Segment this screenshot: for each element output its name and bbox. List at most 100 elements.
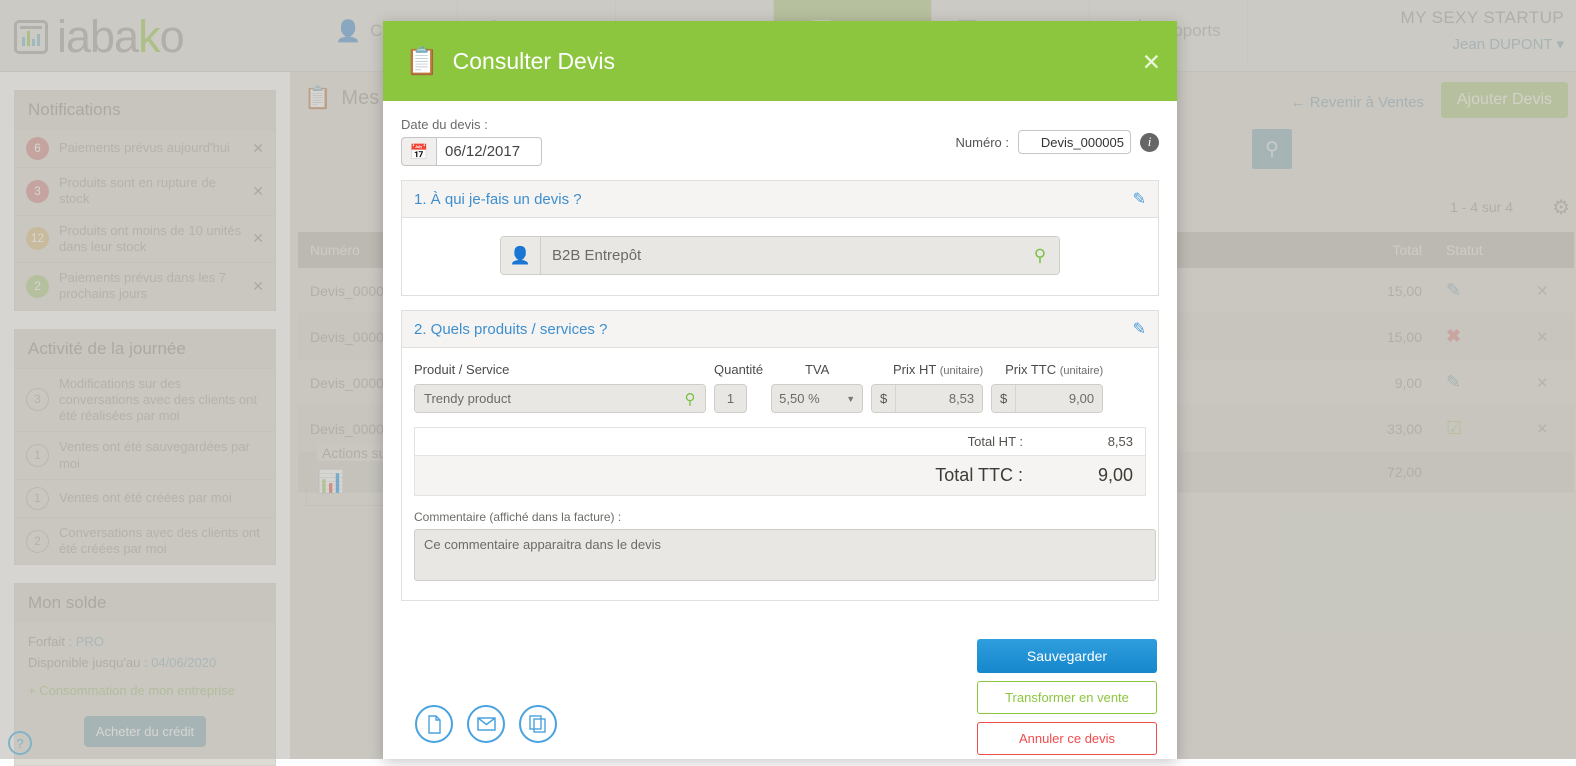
- status-edit-icon[interactable]: ✎: [1446, 372, 1461, 392]
- sidebar: Notifications 6 Paiements prévus aujourd…: [0, 72, 290, 759]
- user-menu[interactable]: Jean DUPONT ▾: [1401, 35, 1564, 53]
- modal-cta-column: Sauvegarder Transformer en vente Annuler…: [977, 639, 1157, 755]
- duplicate-button[interactable]: [519, 705, 557, 743]
- col-total[interactable]: Total: [1324, 232, 1434, 268]
- back-to-ventes-link[interactable]: ← Revenir à Ventes: [1291, 94, 1424, 111]
- date-input[interactable]: [436, 137, 542, 166]
- total-ttc-row: Total TTC : 9,00: [415, 456, 1145, 495]
- back-link-label: Revenir à Ventes: [1310, 94, 1424, 111]
- modal-header: 📋 Consulter Devis ✕: [383, 21, 1177, 101]
- close-icon[interactable]: ✕: [1536, 375, 1549, 392]
- calendar-icon[interactable]: 📅: [401, 137, 436, 166]
- available-label: Disponible jusqu'au :: [28, 655, 148, 670]
- help-icon[interactable]: ?: [8, 731, 32, 755]
- close-icon[interactable]: ✕: [252, 140, 264, 158]
- status-validated-icon[interactable]: ☑: [1446, 418, 1462, 438]
- price-ttc-sub: (unitaire): [1060, 365, 1103, 377]
- col-label-tva: TVA: [771, 362, 863, 377]
- price-ht-input[interactable]: [896, 385, 982, 412]
- section-client-header: 1. À qui je-fais un devis ? ✎: [402, 181, 1158, 218]
- consumption-link[interactable]: + Consommation de mon entreprise: [28, 683, 262, 698]
- list-item: 3 Modifications sur des conversations av…: [15, 368, 275, 432]
- section-products: 2. Quels produits / services ? ✎ Produit…: [401, 310, 1159, 601]
- currency-icon: $: [872, 385, 896, 412]
- list-item[interactable]: 6 Paiements prévus aujourd'hui ✕: [15, 129, 275, 167]
- balance-panel: Mon solde Forfait : PRO Disponible jusqu…: [14, 583, 276, 766]
- cell-delete: ✕: [1524, 360, 1574, 406]
- price-ttc-main: Prix TTC: [1005, 362, 1056, 377]
- logo-text-k: k: [138, 11, 160, 62]
- edit-pencil-icon[interactable]: ✎: [1133, 189, 1146, 209]
- section-client: 1. À qui je-fais un devis ? ✎ 👤 ⚲: [401, 180, 1159, 296]
- cell-total: 9,00: [1324, 360, 1434, 406]
- client-input[interactable]: [541, 237, 1021, 274]
- export-pdf-button[interactable]: [415, 705, 453, 743]
- footer-spacer3: [1524, 452, 1574, 493]
- close-icon[interactable]: ✕: [1142, 51, 1161, 74]
- product-search-icon[interactable]: ⚲: [675, 385, 705, 412]
- total-ht-row: Total HT : 8,53: [415, 428, 1145, 456]
- col-statut[interactable]: Statut: [1434, 232, 1524, 268]
- close-icon[interactable]: ✕: [252, 183, 264, 201]
- gear-icon[interactable]: ⚙: [1552, 195, 1570, 220]
- available-line: Disponible jusqu'au : 04/06/2020: [28, 655, 262, 670]
- modal-title: Consulter Devis: [453, 48, 615, 75]
- document-actions: [415, 705, 557, 743]
- close-icon[interactable]: ✕: [1536, 421, 1549, 438]
- person-icon: 👤: [501, 237, 541, 274]
- numero-input[interactable]: [1018, 130, 1131, 154]
- product-name-col: Produit / Service ⚲: [414, 362, 706, 413]
- add-devis-button[interactable]: Ajouter Devis: [1441, 82, 1568, 118]
- currency-icon: $: [992, 385, 1016, 412]
- comment-textarea[interactable]: Ce commentaire apparaitra dans le devis: [414, 529, 1156, 581]
- date-field: 📅: [401, 137, 542, 166]
- list-item[interactable]: 2 Paiements prévus dans les 7 prochains …: [15, 262, 275, 310]
- activity-count: 1: [26, 444, 49, 467]
- chevron-down-icon: ▼: [846, 394, 855, 404]
- list-item[interactable]: 3 Produits sont en rupture de stock ✕: [15, 167, 275, 215]
- transform-to-sale-button[interactable]: Transformer en vente: [977, 681, 1157, 714]
- total-ht-value: 8,53: [1023, 434, 1133, 449]
- close-icon[interactable]: ✕: [252, 230, 264, 248]
- modal-footer: Sauvegarder Transformer en vente Annuler…: [383, 633, 1177, 759]
- price-ht-main: Prix HT: [893, 362, 936, 377]
- activity-count: 3: [26, 388, 49, 411]
- quantity-input[interactable]: [714, 384, 747, 413]
- activity-text: Ventes ont été sauvegardées par moi: [59, 439, 264, 472]
- excel-export-icon[interactable]: 📊: [317, 469, 344, 494]
- close-icon[interactable]: ✕: [1536, 329, 1549, 346]
- info-icon[interactable]: i: [1140, 133, 1159, 152]
- total-ttc-label: Total TTC :: [935, 465, 1023, 486]
- consulter-devis-modal: 📋 Consulter Devis ✕ Date du devis : 📅 Nu…: [383, 21, 1177, 759]
- list-item[interactable]: 12 Produits ont moins de 10 unités dans …: [15, 215, 275, 263]
- client-search-icon[interactable]: ⚲: [1021, 237, 1059, 274]
- edit-pencil-icon[interactable]: ✎: [1133, 319, 1146, 339]
- save-button[interactable]: Sauvegarder: [977, 639, 1157, 673]
- cell-statut: ✎: [1434, 268, 1524, 314]
- date-group: Date du devis : 📅: [401, 117, 542, 166]
- numero-label: Numéro :: [956, 135, 1009, 150]
- close-icon[interactable]: ✕: [252, 278, 264, 296]
- activity-count: 1: [26, 487, 49, 510]
- price-ttc-input[interactable]: [1016, 385, 1102, 412]
- cancel-devis-button[interactable]: Annuler ce devis: [977, 722, 1157, 755]
- product-name-input[interactable]: [415, 385, 675, 412]
- section-client-body: 👤 ⚲: [402, 218, 1158, 295]
- activity-count: 2: [26, 530, 49, 553]
- company-name: MY SEXY STARTUP: [1401, 8, 1564, 28]
- account-box: MY SEXY STARTUP Jean DUPONT ▾: [1401, 8, 1564, 53]
- buy-credit-button[interactable]: Acheter du crédit: [84, 716, 206, 747]
- tva-select[interactable]: 5,50 % ▼: [771, 384, 863, 413]
- search-icon: ⚲: [1265, 138, 1279, 161]
- send-email-button[interactable]: [467, 705, 505, 743]
- status-cancelled-icon[interactable]: ✖: [1446, 326, 1461, 346]
- notifications-panel: Notifications 6 Paiements prévus aujourd…: [14, 90, 276, 311]
- notifications-title: Notifications: [15, 91, 275, 129]
- close-icon[interactable]: ✕: [1536, 283, 1549, 300]
- search-button[interactable]: ⚲: [1252, 129, 1292, 169]
- status-edit-icon[interactable]: ✎: [1446, 280, 1461, 300]
- price-ht-field: $: [871, 384, 983, 413]
- clipboard-icon: 📋: [405, 45, 439, 77]
- cell-delete: ✕: [1524, 406, 1574, 452]
- forfait-value: PRO: [76, 634, 104, 649]
